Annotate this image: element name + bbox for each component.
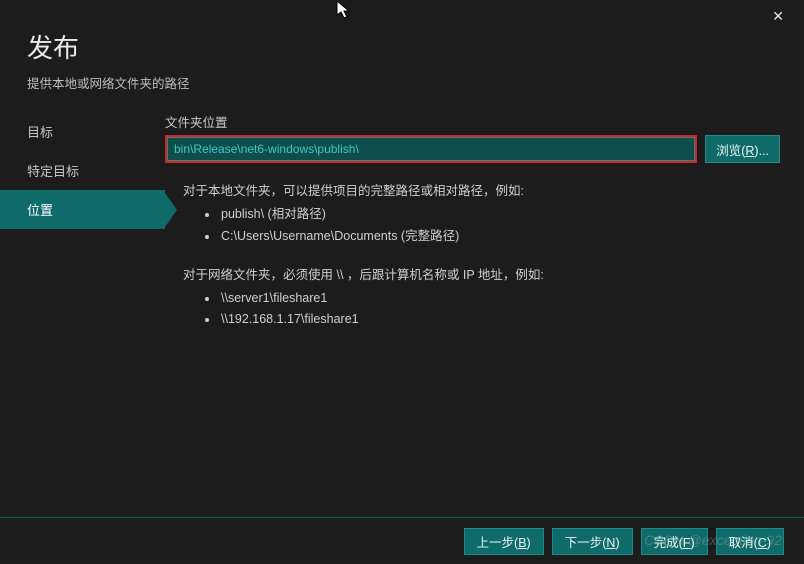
sidebar-item-location[interactable]: 位置 [0,190,165,229]
wizard-content: 文件夹位置 浏览(R)... 对于本地文件夹，可以提供项目的完整路径或相对路径，… [165,112,804,331]
folder-path-input[interactable] [167,137,695,161]
back-button[interactable]: 上一步(B) [464,528,544,555]
sidebar-item-target[interactable]: 目标 [0,112,165,151]
help-local-text: 对于本地文件夹，可以提供项目的完整路径或相对路径，例如: [183,181,780,202]
help-network: 对于网络文件夹，必须使用 \\ ，后跟计算机名称或 IP 地址，例如: \\se… [165,265,780,331]
finish-button[interactable]: 完成(F) [641,528,708,555]
help-local-ex1: publish\ (相对路径) [219,204,780,225]
browse-button[interactable]: 浏览(R)... [705,135,780,163]
help-network-ex1: \\server1\fileshare1 [219,288,780,309]
dialog-header: 发布 提供本地或网络文件夹的路径 [0,0,804,92]
publish-dialog: ✕ 发布 提供本地或网络文件夹的路径 目标 特定目标 位置 文件夹位置 浏览(R… [0,0,804,564]
cancel-button[interactable]: 取消(C) [716,528,784,555]
dialog-subtitle: 提供本地或网络文件夹的路径 [27,73,804,92]
input-highlight-box [165,135,697,163]
next-button[interactable]: 下一步(N) [552,528,633,555]
help-local-ex2: C:\Users\Username\Documents (完整路径) [219,226,780,247]
wizard-footer: 上一步(B) 下一步(N) 完成(F) 取消(C) [0,517,804,564]
help-network-text: 对于网络文件夹，必须使用 \\ ，后跟计算机名称或 IP 地址，例如: [183,265,780,286]
close-icon[interactable]: ✕ [764,4,792,29]
browse-hotkey: R [745,144,754,158]
sidebar-item-specific-target[interactable]: 特定目标 [0,151,165,190]
browse-button-label: 浏览 [716,144,741,158]
dialog-title: 发布 [27,28,804,65]
folder-location-label: 文件夹位置 [165,112,780,131]
wizard-sidebar: 目标 特定目标 位置 [0,112,165,331]
help-local: 对于本地文件夹，可以提供项目的完整路径或相对路径，例如: publish\ (相… [165,181,780,247]
help-network-ex2: \\192.168.1.17\fileshare1 [219,309,780,330]
